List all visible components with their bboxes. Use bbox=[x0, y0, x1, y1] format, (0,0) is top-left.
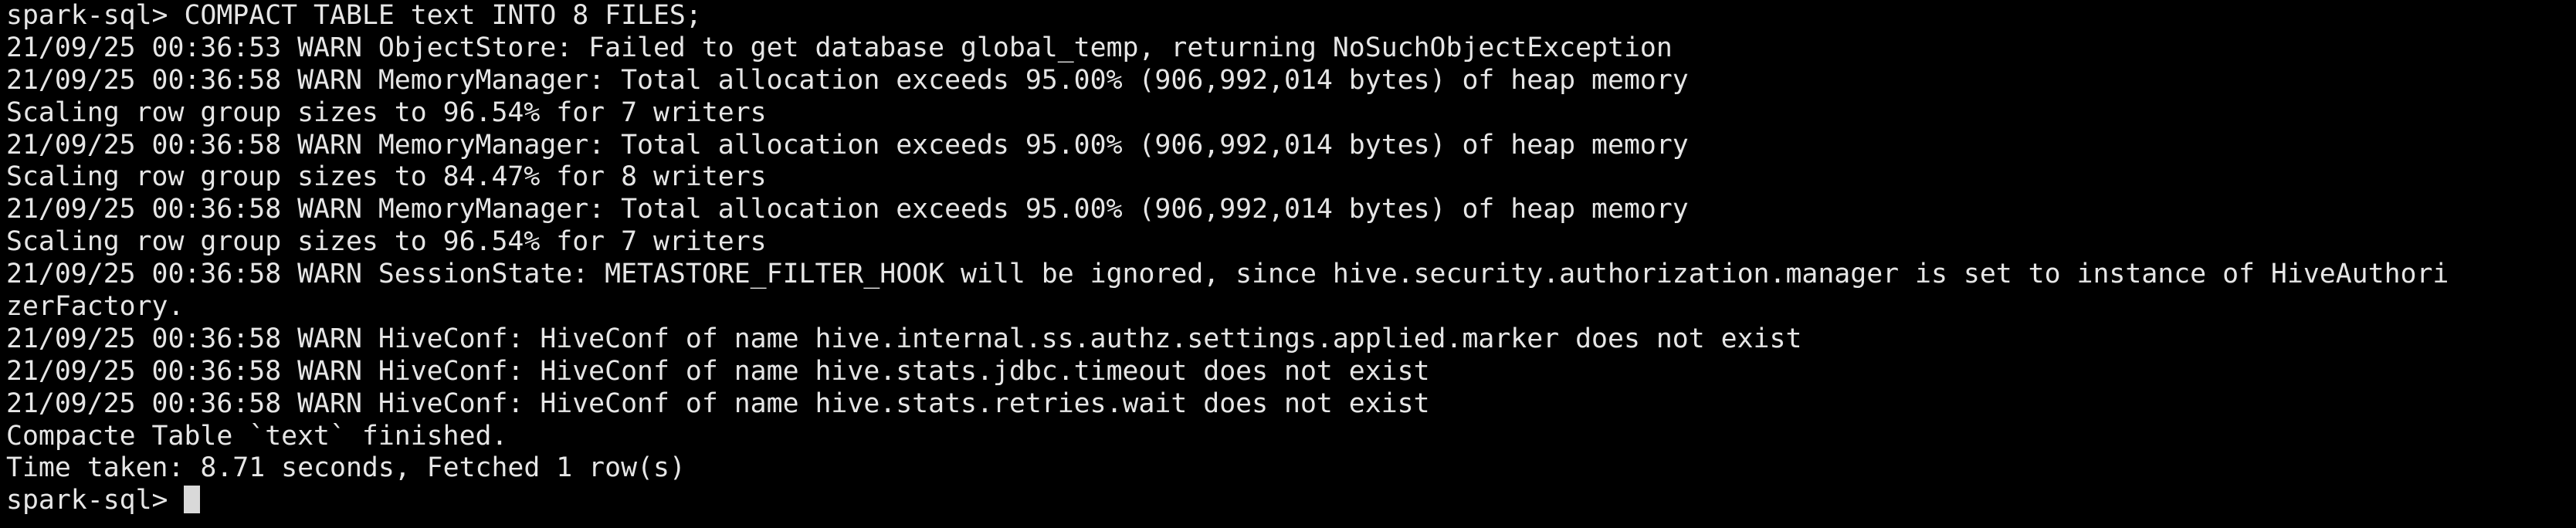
text-cursor[interactable] bbox=[184, 486, 201, 514]
terminal-line: spark-sql> COMPACT TABLE text INTO 8 FIL… bbox=[6, 0, 702, 31]
terminal-line: Scaling row group sizes to 84.47% for 8 … bbox=[6, 161, 767, 193]
terminal-window[interactable]: spark-sql> COMPACT TABLE text INTO 8 FIL… bbox=[0, 0, 2576, 528]
terminal-line: Compacte Table `text` finished. bbox=[6, 420, 508, 452]
terminal-line: 21/09/25 00:36:58 WARN HiveConf: HiveCon… bbox=[6, 323, 1802, 354]
terminal-line: 21/09/25 00:36:58 WARN HiveConf: HiveCon… bbox=[6, 388, 1430, 419]
terminal-line: 21/09/25 00:36:58 WARN MemoryManager: To… bbox=[6, 129, 1689, 161]
prompt-line[interactable]: spark-sql> bbox=[6, 485, 2570, 517]
terminal-line: zerFactory. bbox=[6, 291, 185, 323]
terminal-line: Scaling row group sizes to 96.54% for 7 … bbox=[6, 226, 767, 258]
terminal-line: 21/09/25 00:36:58 WARN HiveConf: HiveCon… bbox=[6, 355, 1430, 387]
terminal-line: 21/09/25 00:36:58 WARN MemoryManager: To… bbox=[6, 64, 1689, 96]
terminal-line: Scaling row group sizes to 96.54% for 7 … bbox=[6, 96, 767, 128]
terminal-line: 21/09/25 00:36:58 WARN SessionState: MET… bbox=[6, 259, 2449, 290]
terminal-line: 21/09/25 00:36:53 WARN ObjectStore: Fail… bbox=[6, 32, 1673, 63]
terminal-line: 21/09/25 00:36:58 WARN MemoryManager: To… bbox=[6, 194, 1689, 225]
prompt-label: spark-sql> bbox=[6, 485, 185, 516]
terminal-line: Time taken: 8.71 seconds, Fetched 1 row(… bbox=[6, 452, 686, 484]
